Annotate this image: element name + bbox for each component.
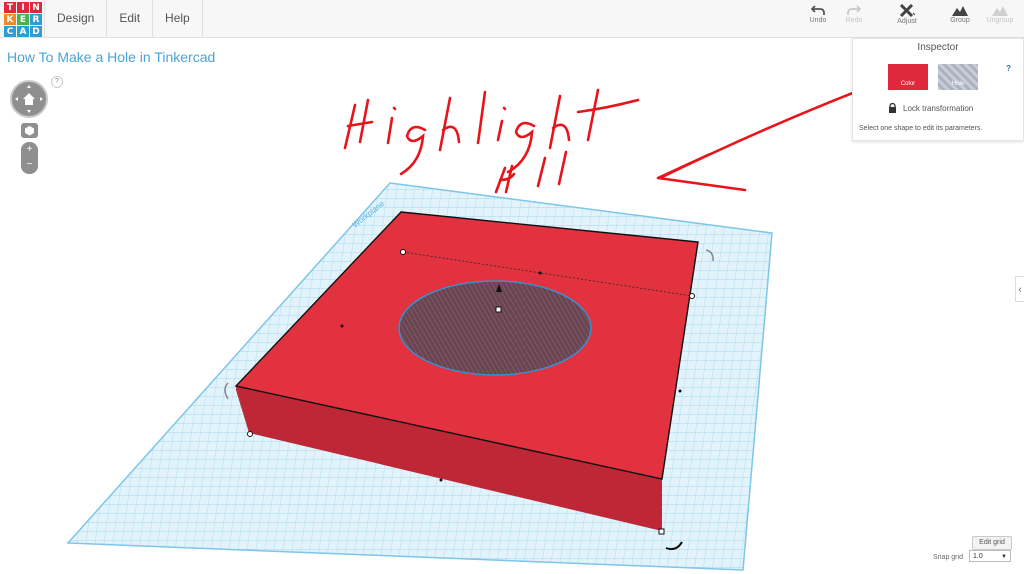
cube-icon	[25, 126, 34, 136]
menu-design[interactable]: Design	[44, 0, 106, 37]
resize-handle[interactable]	[689, 293, 695, 299]
home-view-icon	[15, 85, 43, 113]
logo-letter: K	[4, 14, 16, 25]
edit-grid-button[interactable]: Edit grid	[972, 536, 1012, 550]
fit-view-button[interactable]	[21, 123, 38, 138]
undo-button[interactable]: Undo	[800, 4, 836, 36]
adjust-label: Adjust	[897, 18, 917, 25]
zoom-in-icon[interactable]: +	[21, 142, 38, 158]
group-label: Group	[950, 17, 970, 24]
lock-transformation[interactable]: Lock transformation	[888, 103, 973, 113]
chevron-left-icon[interactable]: ‹	[1015, 276, 1024, 302]
logo-letter: I	[17, 2, 29, 13]
design-title[interactable]: How To Make a Hole in Tinkercad	[7, 49, 215, 65]
ungroup-button[interactable]: Ungroup	[982, 4, 1018, 36]
snap-grid-value: 1.0	[973, 553, 983, 560]
dropdown-arrow-icon: ▼	[1001, 554, 1007, 560]
resize-handle[interactable]	[247, 431, 253, 437]
resize-handle[interactable]	[400, 249, 406, 255]
hole-button[interactable]: Hole	[938, 64, 978, 90]
top-bar: TIN KER CAD Design Edit Help Undo Redo Adj…	[0, 0, 1024, 38]
group-icon	[952, 6, 968, 16]
orbit-control[interactable]	[10, 80, 48, 118]
undo-icon	[811, 5, 825, 15]
menu-edit[interactable]: Edit	[106, 0, 152, 37]
redo-icon	[847, 5, 861, 15]
view-help-icon[interactable]: ?	[51, 76, 63, 88]
color-button[interactable]: Color	[888, 64, 928, 90]
adjust-icon	[899, 4, 915, 18]
menu-help[interactable]: Help	[152, 0, 203, 37]
inspector-title: Inspector	[917, 42, 959, 53]
zoom-out-icon[interactable]: −	[21, 158, 38, 174]
redo-button[interactable]: Redo	[836, 4, 872, 36]
logo-letter: R	[30, 14, 42, 25]
lock-label: Lock transformation	[903, 103, 974, 113]
logo-letter: E	[17, 14, 29, 25]
resize-handle[interactable]	[658, 528, 665, 535]
logo-letter: A	[17, 26, 29, 37]
logo-letter: D	[30, 26, 42, 37]
undo-label: Undo	[809, 17, 827, 24]
inspector-message: Select one shape to edit its parameters.	[859, 125, 983, 132]
logo-letter: T	[4, 2, 16, 13]
inspector-panel: Inspector ? Color Hole Lock transformati…	[852, 38, 1024, 141]
resize-handle[interactable]	[495, 306, 502, 313]
snap-grid-select[interactable]: 1.0 ▼	[969, 550, 1011, 562]
logo-letter: N	[30, 2, 42, 13]
logo-letter: C	[4, 26, 16, 37]
redo-label: Redo	[845, 17, 863, 24]
main-menu: Design Edit Help	[44, 0, 203, 37]
lock-icon	[889, 103, 896, 113]
hole-cylinder[interactable]	[398, 280, 592, 376]
ungroup-label: Ungroup	[986, 17, 1014, 24]
adjust-button[interactable]: Adjust	[889, 4, 925, 36]
snap-grid-label: Snap grid	[933, 554, 963, 561]
ungroup-icon	[992, 6, 1008, 16]
zoom-control[interactable]: + −	[21, 142, 38, 174]
group-button[interactable]: Group	[942, 4, 978, 36]
inspector-help-icon[interactable]: ?	[1006, 64, 1011, 73]
tinkercad-logo[interactable]: TIN KER CAD	[4, 2, 42, 38]
